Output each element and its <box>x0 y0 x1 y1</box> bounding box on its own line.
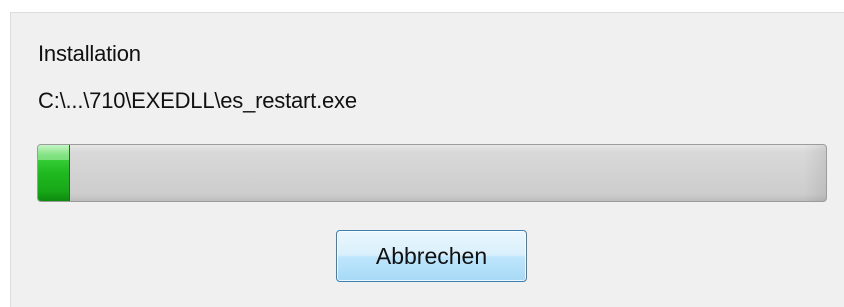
progress-bar-fill <box>38 145 70 201</box>
progress-bar <box>37 144 827 202</box>
current-file-path: C:\...\710\EXEDLL\es_restart.exe <box>38 88 357 113</box>
cancel-button[interactable]: Abbrechen <box>336 230 527 282</box>
status-title: Installation <box>38 41 141 66</box>
installation-dialog: Installation C:\...\710\EXEDLL\es_restar… <box>10 12 844 307</box>
